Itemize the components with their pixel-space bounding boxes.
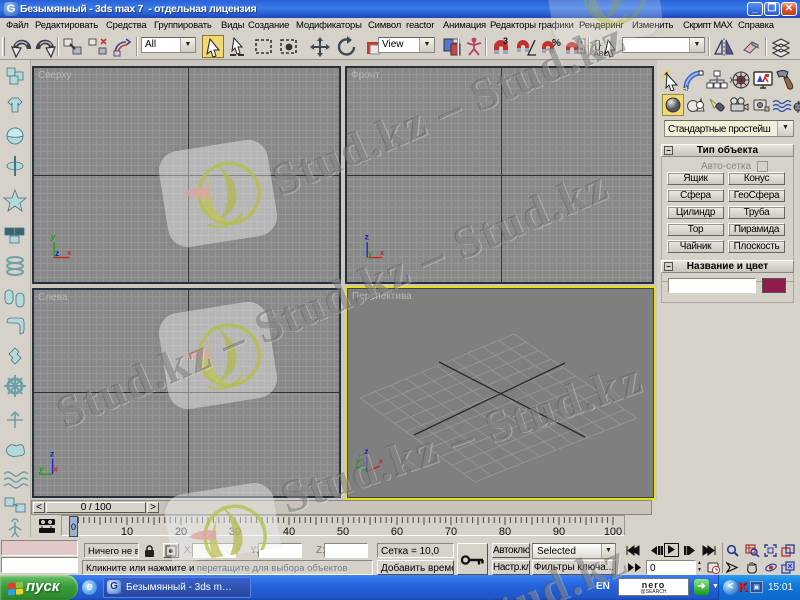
svg-text:x: x <box>379 457 384 466</box>
svg-text:у: у <box>50 232 57 242</box>
svg-text:z: z <box>55 248 59 258</box>
svg-text:z: z <box>364 446 368 456</box>
svg-text:z: z <box>50 448 54 458</box>
svg-text:x: x <box>53 465 58 474</box>
svg-text:3: 3 <box>503 36 508 46</box>
svg-text:у: у <box>355 456 362 466</box>
svg-text:x: x <box>380 248 385 257</box>
svg-text:x: x <box>67 248 72 257</box>
svg-text:%: % <box>552 38 561 49</box>
svg-text:z: z <box>365 232 369 242</box>
svg-text:{}: {} <box>594 39 602 51</box>
svg-text:у: у <box>38 464 45 474</box>
